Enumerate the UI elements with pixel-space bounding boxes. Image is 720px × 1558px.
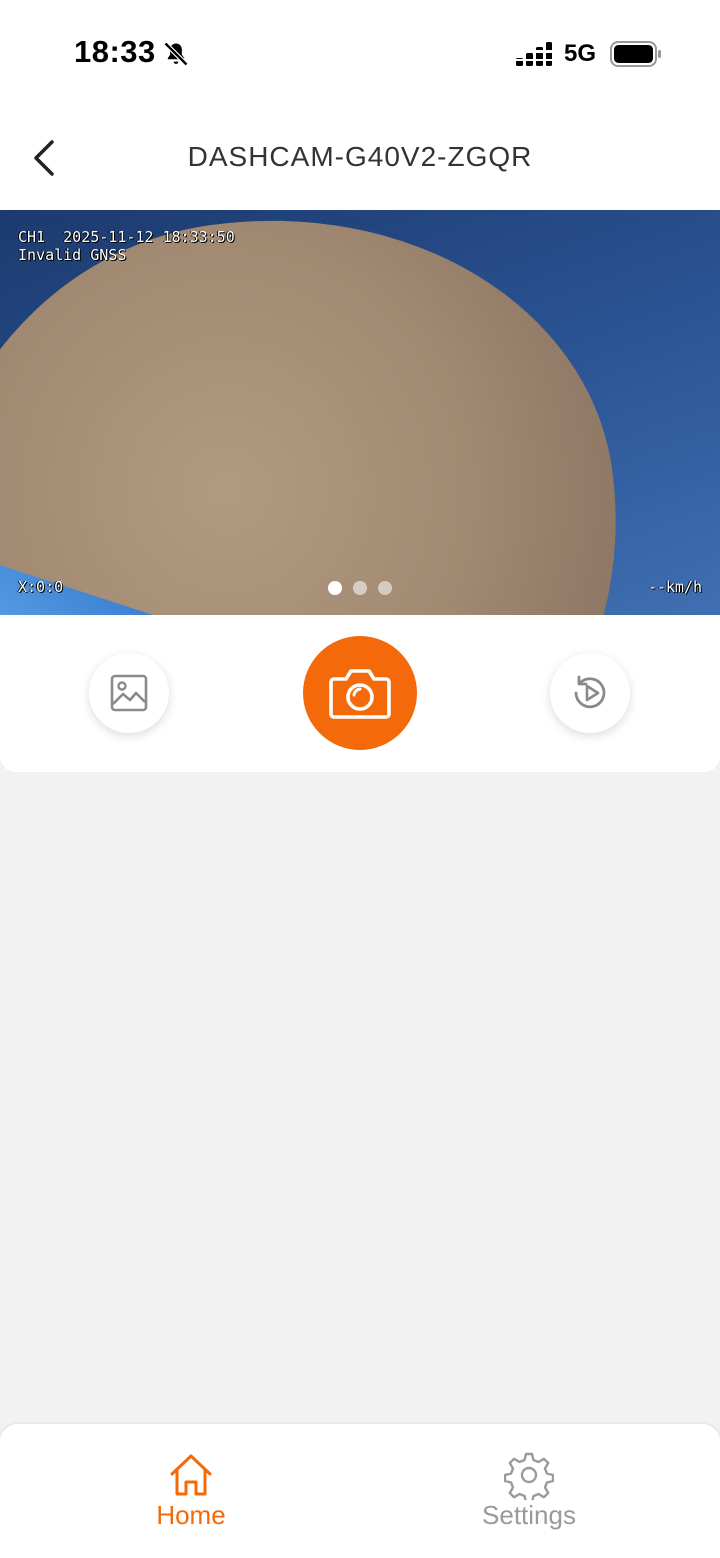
- page-indicator: [0, 581, 720, 595]
- camera-controls: [0, 615, 720, 772]
- tab-settings-label: Settings: [482, 1500, 576, 1530]
- osd-channel: CH1: [18, 228, 46, 246]
- tab-home[interactable]: Home: [81, 1424, 301, 1534]
- osd-gnss-status: Invalid GNSS: [18, 246, 127, 264]
- video-scene: [0, 210, 663, 615]
- playback-button[interactable]: [550, 653, 630, 733]
- capture-button[interactable]: [303, 636, 417, 750]
- header: DASHCAM-G40V2-ZGQR: [0, 105, 720, 210]
- replay-icon: [574, 675, 606, 709]
- status-bar: 18:33 5G: [0, 0, 720, 105]
- tab-home-label: Home: [156, 1500, 226, 1530]
- bottom-tab-bar: Home Settings: [0, 1424, 720, 1558]
- image-icon: [110, 674, 148, 712]
- live-video-feed[interactable]: CH1 2025-11-12 18:33:50 Invalid GNSS X:0…: [0, 210, 720, 615]
- page-dot-1[interactable]: [328, 581, 342, 595]
- page-dot-2[interactable]: [353, 581, 367, 595]
- signal-icon: [515, 42, 553, 66]
- camera-icon: [329, 669, 391, 719]
- battery-icon: [610, 41, 661, 67]
- home-icon: [170, 1454, 212, 1496]
- osd-timestamp: 2025-11-12 18:33:50: [63, 228, 235, 246]
- network-label: 5G: [564, 40, 597, 67]
- gallery-button[interactable]: [89, 653, 169, 733]
- page-dot-3[interactable]: [378, 581, 392, 595]
- page-title: DASHCAM-G40V2-ZGQR: [187, 141, 533, 172]
- osd-channel-timestamp: CH1 2025-11-12 18:33:50: [18, 228, 235, 246]
- status-time: 18:33: [74, 34, 156, 69]
- bell-slash-icon: [163, 41, 189, 67]
- gear-icon: [504, 1452, 554, 1500]
- tab-settings[interactable]: Settings: [419, 1424, 639, 1534]
